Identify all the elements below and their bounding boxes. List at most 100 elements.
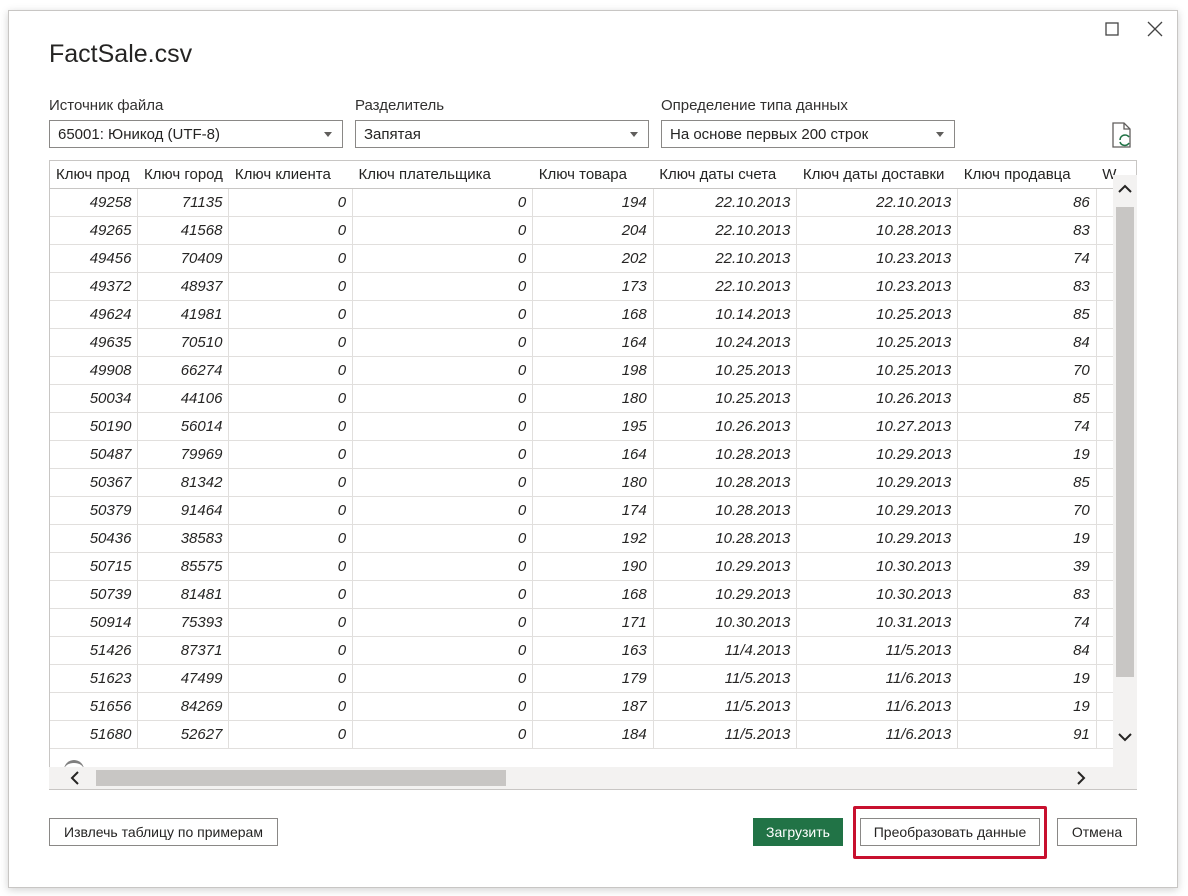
table-cell: 173 [532, 272, 654, 301]
table-row: 49908 66274 0 0 198 10.25.2013 10.25.2013 70 [50, 356, 1136, 385]
table-cell: 11/4.2013 [653, 636, 798, 665]
table-cell: 180 [532, 468, 654, 497]
table-cell: 44106 [137, 384, 230, 413]
chevron-down-icon[interactable] [1115, 727, 1135, 747]
table-cell: 0 [352, 188, 534, 217]
table-cell: 49258 [50, 188, 139, 217]
table-row: 50487 79969 0 0 164 10.28.2013 10.29.2013 19 [50, 440, 1136, 469]
table-cell: 70409 [137, 244, 230, 273]
table-cell: 49265 [50, 216, 139, 245]
table-cell: 51680 [50, 720, 139, 749]
column-header[interactable]: Ключ товара [532, 161, 654, 189]
table-cell: 22.10.2013 [653, 216, 798, 245]
table-cell: 0 [228, 524, 354, 553]
table-cell: 11/5.2013 [653, 692, 798, 721]
table-cell: 41568 [137, 216, 230, 245]
table-cell: 0 [352, 468, 534, 497]
cancel-button[interactable]: Отмена [1057, 818, 1137, 846]
table-cell: 39 [957, 552, 1097, 581]
table-row: 51623 47499 0 0 179 11/5.2013 11/6.2013 19 [50, 664, 1136, 693]
table-cell: 49372 [50, 272, 139, 301]
table-row: 50034 44106 0 0 180 10.25.2013 10.26.2013 85 [50, 384, 1136, 413]
table-cell: 0 [352, 720, 534, 749]
table-cell: 0 [228, 188, 354, 217]
table-cell: 75393 [137, 608, 230, 637]
table-cell: 83 [957, 272, 1097, 301]
chevron-down-icon [936, 132, 944, 137]
chevron-left-icon[interactable] [65, 768, 85, 788]
table-row: 50379 91464 0 0 174 10.28.2013 10.29.2013 70 [50, 496, 1136, 525]
table-cell: 10.30.2013 [796, 552, 959, 581]
table-cell: 187 [532, 692, 654, 721]
table-cell: 0 [228, 608, 354, 637]
table-cell: 22.10.2013 [653, 188, 798, 217]
table-row: 51426 87371 0 0 163 11/4.2013 11/5.2013 84 [50, 636, 1136, 665]
delimiter-dropdown[interactable]: Запятая [355, 120, 649, 148]
table-cell: 0 [228, 328, 354, 357]
table-cell: 10.24.2013 [653, 328, 798, 357]
close-icon[interactable] [1144, 18, 1166, 40]
column-header[interactable]: Ключ даты доставки [796, 161, 958, 189]
table-cell: 85 [957, 384, 1097, 413]
table-row: 49265 41568 0 0 204 22.10.2013 10.28.2013 83 [50, 216, 1136, 245]
table-row: 49456 70409 0 0 202 22.10.2013 10.23.2013 74 [50, 244, 1136, 273]
refresh-icon[interactable] [1110, 121, 1134, 149]
table-cell: 0 [352, 552, 534, 581]
file-origin-dropdown[interactable]: 65001: Юникод (UTF-8) [49, 120, 343, 148]
table-cell: 10.28.2013 [653, 440, 798, 469]
table-cell: 0 [228, 440, 354, 469]
chevron-right-icon[interactable] [1071, 768, 1091, 788]
table-cell: 84269 [137, 692, 230, 721]
table-row: 50190 56014 0 0 195 10.26.2013 10.27.2013 74 [50, 412, 1136, 441]
extract-table-button[interactable]: Извлечь таблицу по примерам [49, 818, 278, 846]
maximize-icon[interactable] [1101, 18, 1123, 40]
table-cell: 10.30.2013 [796, 580, 959, 609]
table-cell: 0 [352, 328, 534, 357]
data-preview-grid[interactable]: Ключ прод Ключ город Ключ клиента Ключ плат… [49, 160, 1137, 790]
table-cell: 84 [957, 328, 1097, 357]
load-button[interactable]: Загрузить [753, 818, 843, 846]
chevron-down-icon [630, 132, 638, 137]
table-cell: 11/6.2013 [796, 664, 959, 693]
column-header[interactable]: Ключ клиента [228, 161, 353, 189]
column-header[interactable]: Ключ город [137, 161, 229, 189]
vertical-scroll-thumb[interactable] [1116, 207, 1134, 677]
table-cell: 50739 [50, 580, 139, 609]
type-detection-value: На основе первых 200 строк [670, 126, 869, 143]
horizontal-scroll-thumb[interactable] [96, 770, 506, 786]
table-cell: 0 [352, 608, 534, 637]
table-cell: 83 [957, 216, 1097, 245]
type-detection-dropdown[interactable]: На основе первых 200 строк [661, 120, 955, 148]
table-cell: 11/6.2013 [796, 692, 959, 721]
table-cell: 50034 [50, 384, 139, 413]
table-row: 51656 84269 0 0 187 11/5.2013 11/6.2013 19 [50, 692, 1136, 721]
transform-data-button[interactable]: Преобразовать данные [860, 818, 1040, 846]
column-header[interactable]: Ключ даты счета [653, 161, 797, 189]
table-cell: 10.29.2013 [653, 580, 798, 609]
column-header[interactable]: Ключ прод [50, 161, 138, 189]
table-cell: 11/6.2013 [796, 720, 959, 749]
table-row: 49372 48937 0 0 173 22.10.2013 10.23.2013 83 [50, 272, 1136, 301]
table-cell: 0 [352, 244, 534, 273]
horizontal-scrollbar[interactable] [49, 767, 1137, 789]
data-preview-table: Ключ прод Ключ город Ключ клиента Ключ плат… [50, 161, 1136, 749]
table-cell: 49624 [50, 300, 139, 329]
table-cell: 50487 [50, 440, 139, 469]
table-cell: 10.25.2013 [796, 300, 959, 329]
table-cell: 10.25.2013 [796, 356, 959, 385]
table-cell: 10.25.2013 [653, 356, 798, 385]
table-cell: 171 [532, 608, 654, 637]
table-cell: 74 [957, 608, 1097, 637]
table-cell: 79969 [137, 440, 230, 469]
table-cell: 0 [352, 524, 534, 553]
table-cell: 50914 [50, 608, 139, 637]
table-cell: 50379 [50, 496, 139, 525]
table-cell: 10.31.2013 [796, 608, 959, 637]
table-cell: 190 [532, 552, 654, 581]
column-header[interactable]: Ключ продавца [957, 161, 1097, 189]
table-cell: 10.28.2013 [796, 216, 959, 245]
chevron-up-icon[interactable] [1115, 179, 1135, 199]
vertical-scrollbar[interactable] [1113, 175, 1137, 769]
column-header[interactable]: Ключ плательщика [352, 161, 533, 189]
table-cell: 192 [532, 524, 654, 553]
